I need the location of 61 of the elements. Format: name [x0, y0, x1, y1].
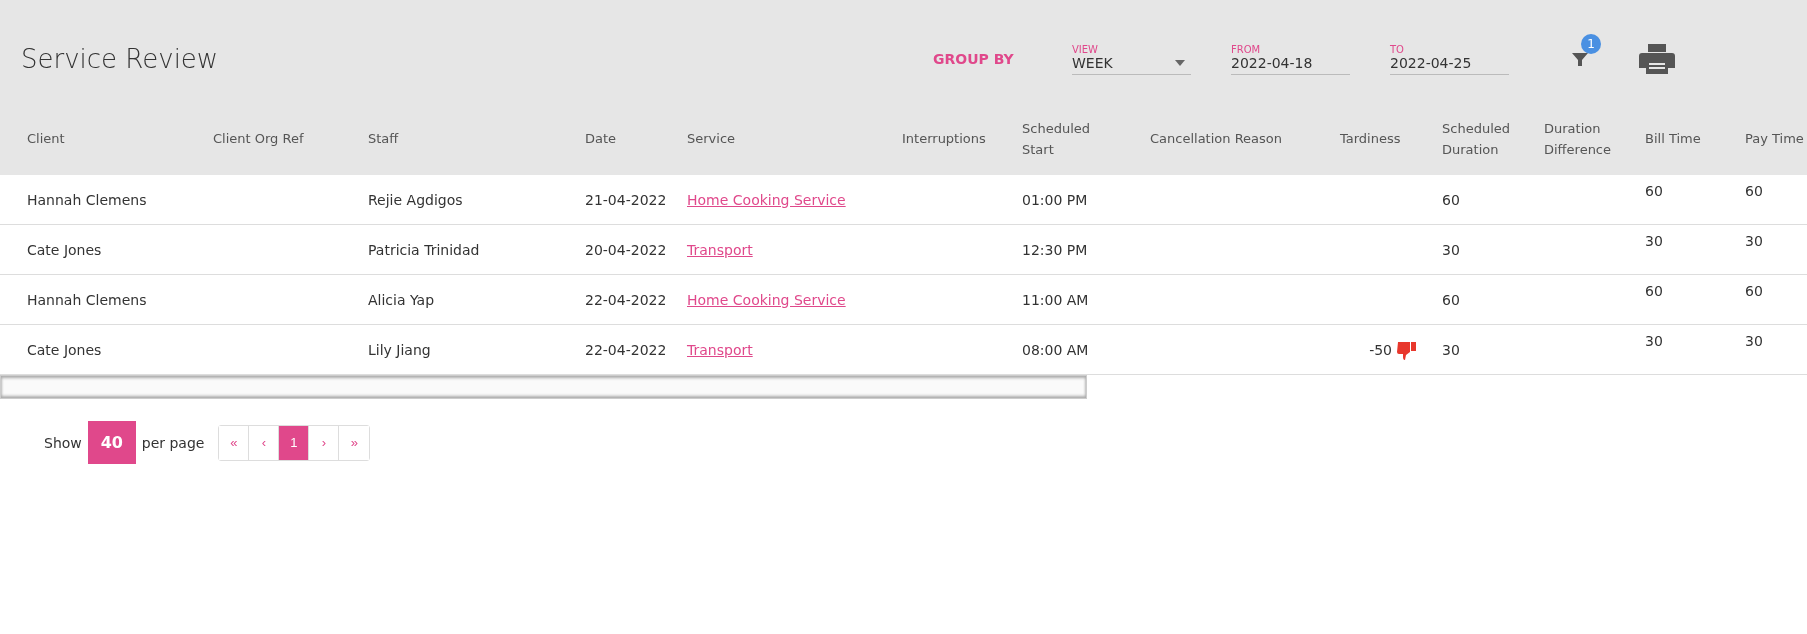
- table-cell-text: 12:30 PM: [1022, 241, 1089, 258]
- to-date-field[interactable]: TO 2022-04-25: [1390, 43, 1509, 75]
- column-header[interactable]: Date: [585, 129, 687, 150]
- table-cell-text: 60: [1645, 282, 1664, 299]
- service-link[interactable]: Transport: [687, 241, 753, 258]
- table-cell-text: Patricia Trinidad: [368, 241, 481, 258]
- table-cell-text: Cate Jones: [27, 241, 103, 258]
- table-cell-text: 60: [1745, 182, 1764, 199]
- column-header[interactable]: Duration Difference: [1544, 119, 1645, 160]
- table-cell: -50: [1369, 341, 1392, 358]
- caret-icon: [1175, 59, 1185, 66]
- table-cell-text: Alicia Yap: [368, 291, 436, 308]
- column-header[interactable]: Tardiness: [1340, 129, 1442, 150]
- table-cell-text: 20-04-2022: [585, 241, 668, 258]
- column-header[interactable]: Client Org Ref: [213, 129, 368, 150]
- page-title: Service Review: [21, 44, 220, 74]
- per-page-value[interactable]: 40: [87, 421, 136, 464]
- filter-button[interactable]: 1: [1569, 34, 1601, 70]
- table-cell-text: Lily Jiang: [368, 341, 432, 358]
- service-link[interactable]: Home Cooking Service: [687, 291, 846, 308]
- pagination-button[interactable]: «: [219, 425, 250, 460]
- show-label: Show: [44, 434, 82, 451]
- table-cell-text: 60: [1645, 182, 1664, 199]
- service-link[interactable]: Transport: [687, 341, 753, 358]
- table-cell-text: 22-04-2022: [585, 291, 668, 308]
- print-icon[interactable]: [1639, 42, 1675, 76]
- table-cell-text: Rejie Agdigos: [368, 191, 464, 208]
- pagination-button[interactable]: 1: [279, 425, 310, 460]
- filter-count-badge: 1: [1581, 34, 1601, 54]
- table-cell-text: 30: [1645, 332, 1664, 349]
- table-cell-text: 30: [1745, 332, 1764, 349]
- table-cell-text: Cate Jones: [27, 341, 103, 358]
- service-link[interactable]: Home Cooking Service: [687, 191, 846, 208]
- column-header[interactable]: Interruptions: [902, 129, 1022, 150]
- table-cell-text: 60: [1442, 291, 1461, 308]
- table-cell-text: Hannah Clemens: [27, 291, 148, 308]
- column-header[interactable]: Scheduled Start: [1022, 119, 1150, 160]
- table-cell-text: 21-04-2022: [585, 191, 668, 208]
- column-header[interactable]: Scheduled Duration: [1442, 119, 1544, 160]
- per-page-label: per page: [141, 434, 205, 451]
- group-by-label[interactable]: GROUP BY: [933, 51, 1072, 67]
- table-cell-text: 01:00 PM: [1022, 191, 1089, 208]
- table-cell-text: 11:00 AM: [1022, 291, 1090, 308]
- table-cell-text: 08:00 AM: [1022, 341, 1090, 358]
- table-cell-text: Hannah Clemens: [27, 191, 148, 208]
- table-cell-text: 30: [1442, 241, 1461, 258]
- table-cell-text: 60: [1745, 282, 1764, 299]
- table-cell-text: 22-04-2022: [585, 341, 668, 358]
- horizontal-scrollbar[interactable]: [0, 375, 1087, 399]
- column-header[interactable]: Pay Time: [1745, 129, 1807, 150]
- table-cell-text: 60: [1442, 191, 1461, 208]
- column-header[interactable]: Service: [687, 129, 902, 150]
- column-header[interactable]: Staff: [368, 129, 585, 150]
- table-cell-text: 30: [1645, 232, 1664, 249]
- column-header[interactable]: Client: [27, 129, 213, 150]
- view-dropdown[interactable]: VIEW WEEK: [1072, 43, 1191, 75]
- table-cell-text: 30: [1442, 341, 1461, 358]
- column-header[interactable]: Bill Time: [1645, 129, 1745, 150]
- from-date-field[interactable]: FROM 2022-04-18: [1231, 43, 1350, 75]
- table-cell-text: 30: [1745, 232, 1764, 249]
- column-header[interactable]: Cancellation Reason: [1150, 129, 1340, 150]
